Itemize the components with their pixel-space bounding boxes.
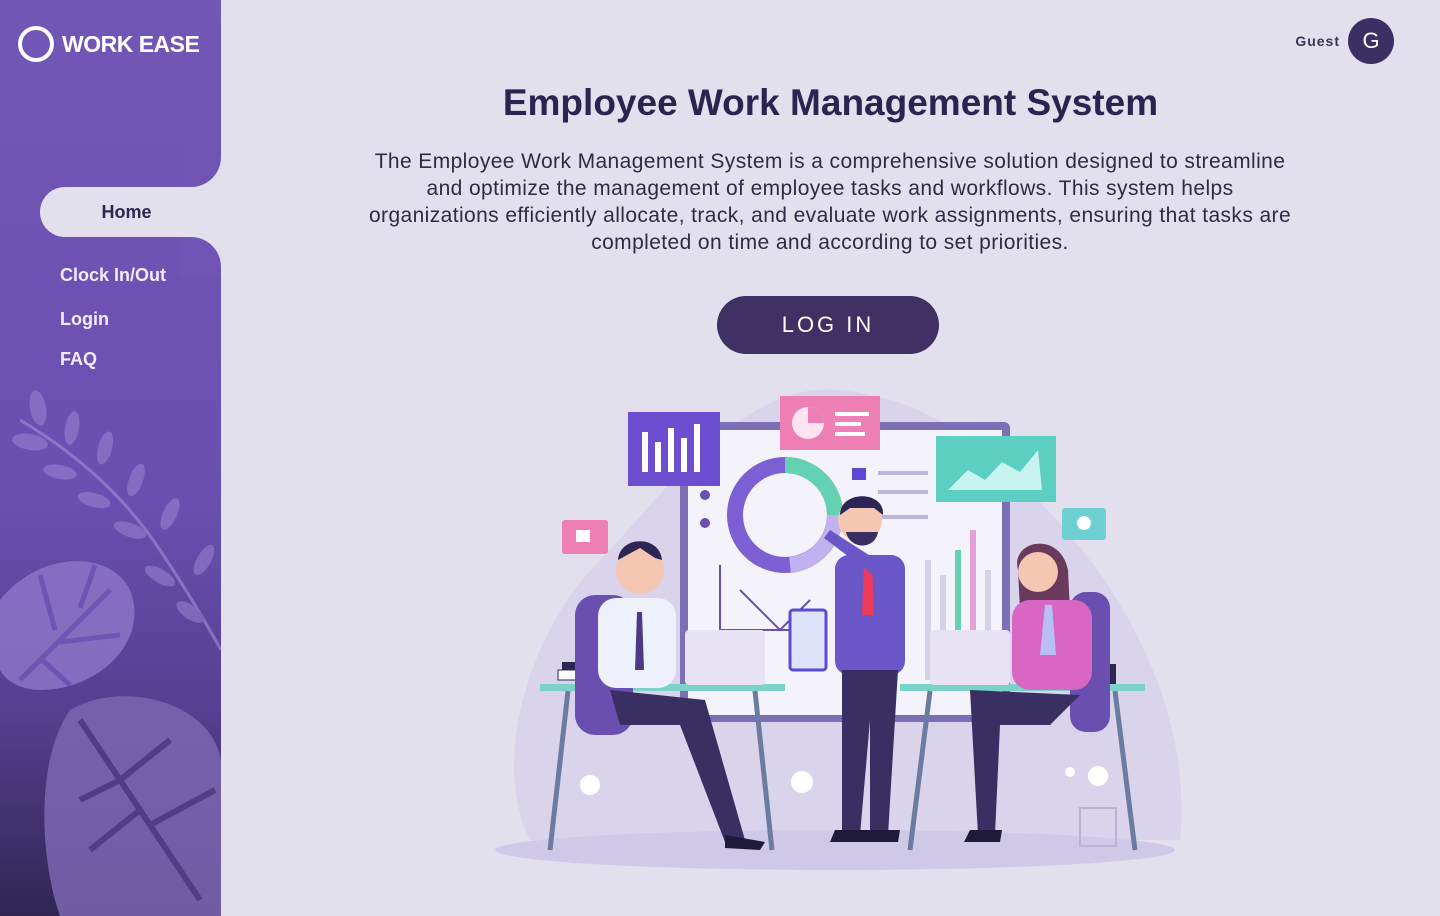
- avatar[interactable]: G: [1348, 18, 1394, 64]
- tab-curve-bottom: [181, 237, 221, 277]
- sidebar-item-clock[interactable]: Clock In/Out: [60, 265, 166, 286]
- sidebar-item-home-label[interactable]: Home: [40, 187, 221, 237]
- team-meeting-illustration: [495, 389, 1182, 870]
- user-label: Guest: [1295, 33, 1340, 49]
- sidebar-item-faq[interactable]: FAQ: [60, 349, 97, 370]
- page-description: The Employee Work Management System is a…: [368, 150, 1292, 254]
- user-menu[interactable]: Guest G: [1295, 18, 1394, 64]
- tab-curve-top: [181, 147, 221, 187]
- logo-ring-icon: [18, 26, 54, 62]
- login-button[interactable]: LOG IN: [717, 296, 939, 354]
- sidebar-item-login[interactable]: Login: [60, 309, 109, 330]
- leaf-decoration-icon: [0, 390, 221, 916]
- page-title: Employee Work Management System: [502, 82, 1159, 123]
- sidebar-item-home[interactable]: Home: [40, 187, 221, 237]
- sidebar: WORK EASE Home Clock In/Out Login FAQ: [0, 0, 221, 916]
- brand-logo[interactable]: WORK EASE: [18, 26, 200, 62]
- brand-name: WORK EASE: [62, 30, 200, 57]
